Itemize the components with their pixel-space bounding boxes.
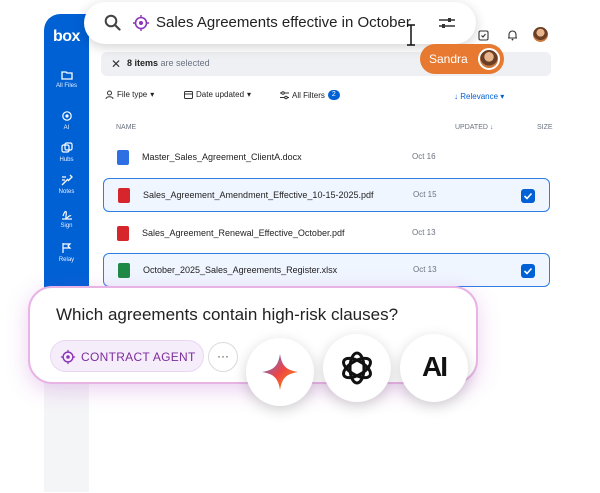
user-avatar <box>478 48 500 70</box>
ai-agent-icon <box>60 349 76 365</box>
calendar-icon <box>184 91 193 99</box>
sidebar-item-relay[interactable]: Relay <box>44 242 89 263</box>
sidebar-item-ai[interactable]: AI <box>44 110 89 131</box>
row-checkbox[interactable] <box>521 264 535 278</box>
sidebar-item-hubs[interactable]: Hubs <box>44 142 89 163</box>
file-name[interactable]: Sales_Agreement_Renewal_Effective_Octobe… <box>142 228 344 238</box>
file-type-icon <box>105 90 114 99</box>
sort-relevance-button[interactable]: ↓ Relevance ▾ <box>454 92 504 101</box>
prompt-question[interactable]: Which agreements contain high-risk claus… <box>56 305 398 325</box>
file-name[interactable]: October_2025_Sales_Agreements_Register.x… <box>143 265 337 275</box>
search-input[interactable]: Sales Agreements effective in October <box>156 14 411 31</box>
pdf-file-icon <box>117 226 129 241</box>
ai-agent-icon <box>133 15 149 31</box>
docx-file-icon <box>117 150 129 165</box>
user-name: Sandra <box>429 52 468 66</box>
file-date: Oct 13 <box>413 265 437 274</box>
date-updated-label: Date updated <box>196 90 245 99</box>
sidebar-item-notes[interactable]: Notes <box>44 174 89 195</box>
sidebar-item-label: Relay <box>58 257 75 263</box>
sort-label: Relevance <box>460 92 499 101</box>
agent-label: CONTRACT AGENT <box>81 350 196 364</box>
xlsx-file-icon <box>118 263 130 278</box>
search-bar[interactable]: Sales Agreements effective in October <box>84 2 476 46</box>
column-header-size[interactable]: SIZE <box>537 124 553 131</box>
contract-agent-chip[interactable]: CONTRACT AGENT <box>50 340 204 372</box>
more-options-button[interactable]: ··· <box>208 342 238 372</box>
anthropic-icon: AI <box>422 351 448 382</box>
file-date: Oct 16 <box>412 152 436 161</box>
hubs-icon <box>60 142 73 153</box>
checkmark-icon <box>523 267 533 275</box>
selection-suffix: are selected <box>160 58 210 68</box>
openai-model-button[interactable] <box>323 334 391 402</box>
sort-arrow-icon: ↓ <box>489 124 494 131</box>
search-icon <box>104 14 121 31</box>
all-filters-button[interactable]: All Filters 2 <box>280 90 340 100</box>
file-type-filter[interactable]: File type ▾ <box>105 90 154 99</box>
chevron-down-icon: ▾ <box>247 90 252 99</box>
sidebar-item-sign[interactable]: Sign <box>44 208 89 229</box>
sidebar: box All Files AI Hubs Notes Sign Relay <box>44 14 89 294</box>
selection-summary: 8 items are selected <box>127 58 210 68</box>
sidebar-item-label: Notes <box>58 189 75 195</box>
relay-icon <box>61 243 71 253</box>
avatar[interactable] <box>533 27 548 42</box>
file-name[interactable]: Master_Sales_Agreement_ClientA.docx <box>142 152 302 162</box>
checkmark-icon <box>523 192 533 200</box>
sidebar-item-label: Hubs <box>59 157 74 163</box>
table-row[interactable]: Sales_Agreement_Renewal_Effective_Octobe… <box>103 217 550 251</box>
openai-icon <box>342 351 372 385</box>
page: box All Files AI Hubs Notes Sign Relay ✕… <box>0 0 600 493</box>
sign-icon <box>61 210 72 220</box>
bell-icon[interactable] <box>507 29 518 41</box>
row-checkbox[interactable] <box>521 189 535 203</box>
sidebar-item-label: AI <box>63 125 70 131</box>
file-type-label: File type <box>117 90 148 99</box>
table-row[interactable]: Sales_Agreement_Amendment_Effective_10-1… <box>103 178 550 212</box>
search-options-icon[interactable] <box>438 17 456 29</box>
clipboard-check-icon[interactable] <box>478 29 489 41</box>
all-filters-label: All Filters <box>292 90 325 100</box>
user-presence-pill: Sandra <box>420 44 504 74</box>
file-name[interactable]: Sales_Agreement_Amendment_Effective_10-1… <box>143 190 373 200</box>
gemini-icon <box>262 354 298 390</box>
file-date: Oct 15 <box>413 190 437 199</box>
updated-label: UPDATED <box>455 124 488 131</box>
text-cursor-icon <box>407 24 415 46</box>
pdf-file-icon <box>118 188 130 203</box>
folder-icon <box>60 71 73 80</box>
column-header-updated[interactable]: UPDATED ↓ <box>455 124 493 131</box>
filter-count-badge: 2 <box>327 90 340 100</box>
sidebar-item-label: All Files <box>55 83 77 89</box>
sidebar-item-all-files[interactable]: All Files <box>44 70 89 89</box>
sidebar-item-label: Sign <box>60 223 73 229</box>
ai-sparkle-icon <box>61 111 72 121</box>
filter-sliders-icon <box>280 90 289 99</box>
gemini-model-button[interactable] <box>246 338 314 406</box>
date-updated-filter[interactable]: Date updated ▾ <box>184 90 251 99</box>
selection-count: 8 items <box>127 58 159 68</box>
box-app-window: box All Files AI Hubs Notes Sign Relay ✕… <box>44 14 564 492</box>
clear-selection-button[interactable]: ✕ <box>107 55 125 73</box>
column-header-name[interactable]: NAME <box>116 124 136 131</box>
box-logo: box <box>53 28 80 45</box>
table-row[interactable]: October_2025_Sales_Agreements_Register.x… <box>103 253 550 287</box>
anthropic-model-button[interactable]: AI <box>400 334 468 402</box>
file-list-panel: ✕ 8 items are selected File type ▾ Date … <box>89 14 564 492</box>
chevron-down-icon: ▾ <box>150 90 155 99</box>
file-date: Oct 13 <box>412 228 436 237</box>
notes-icon <box>61 174 73 186</box>
table-row[interactable]: Master_Sales_Agreement_ClientA.docx Oct … <box>103 141 550 175</box>
